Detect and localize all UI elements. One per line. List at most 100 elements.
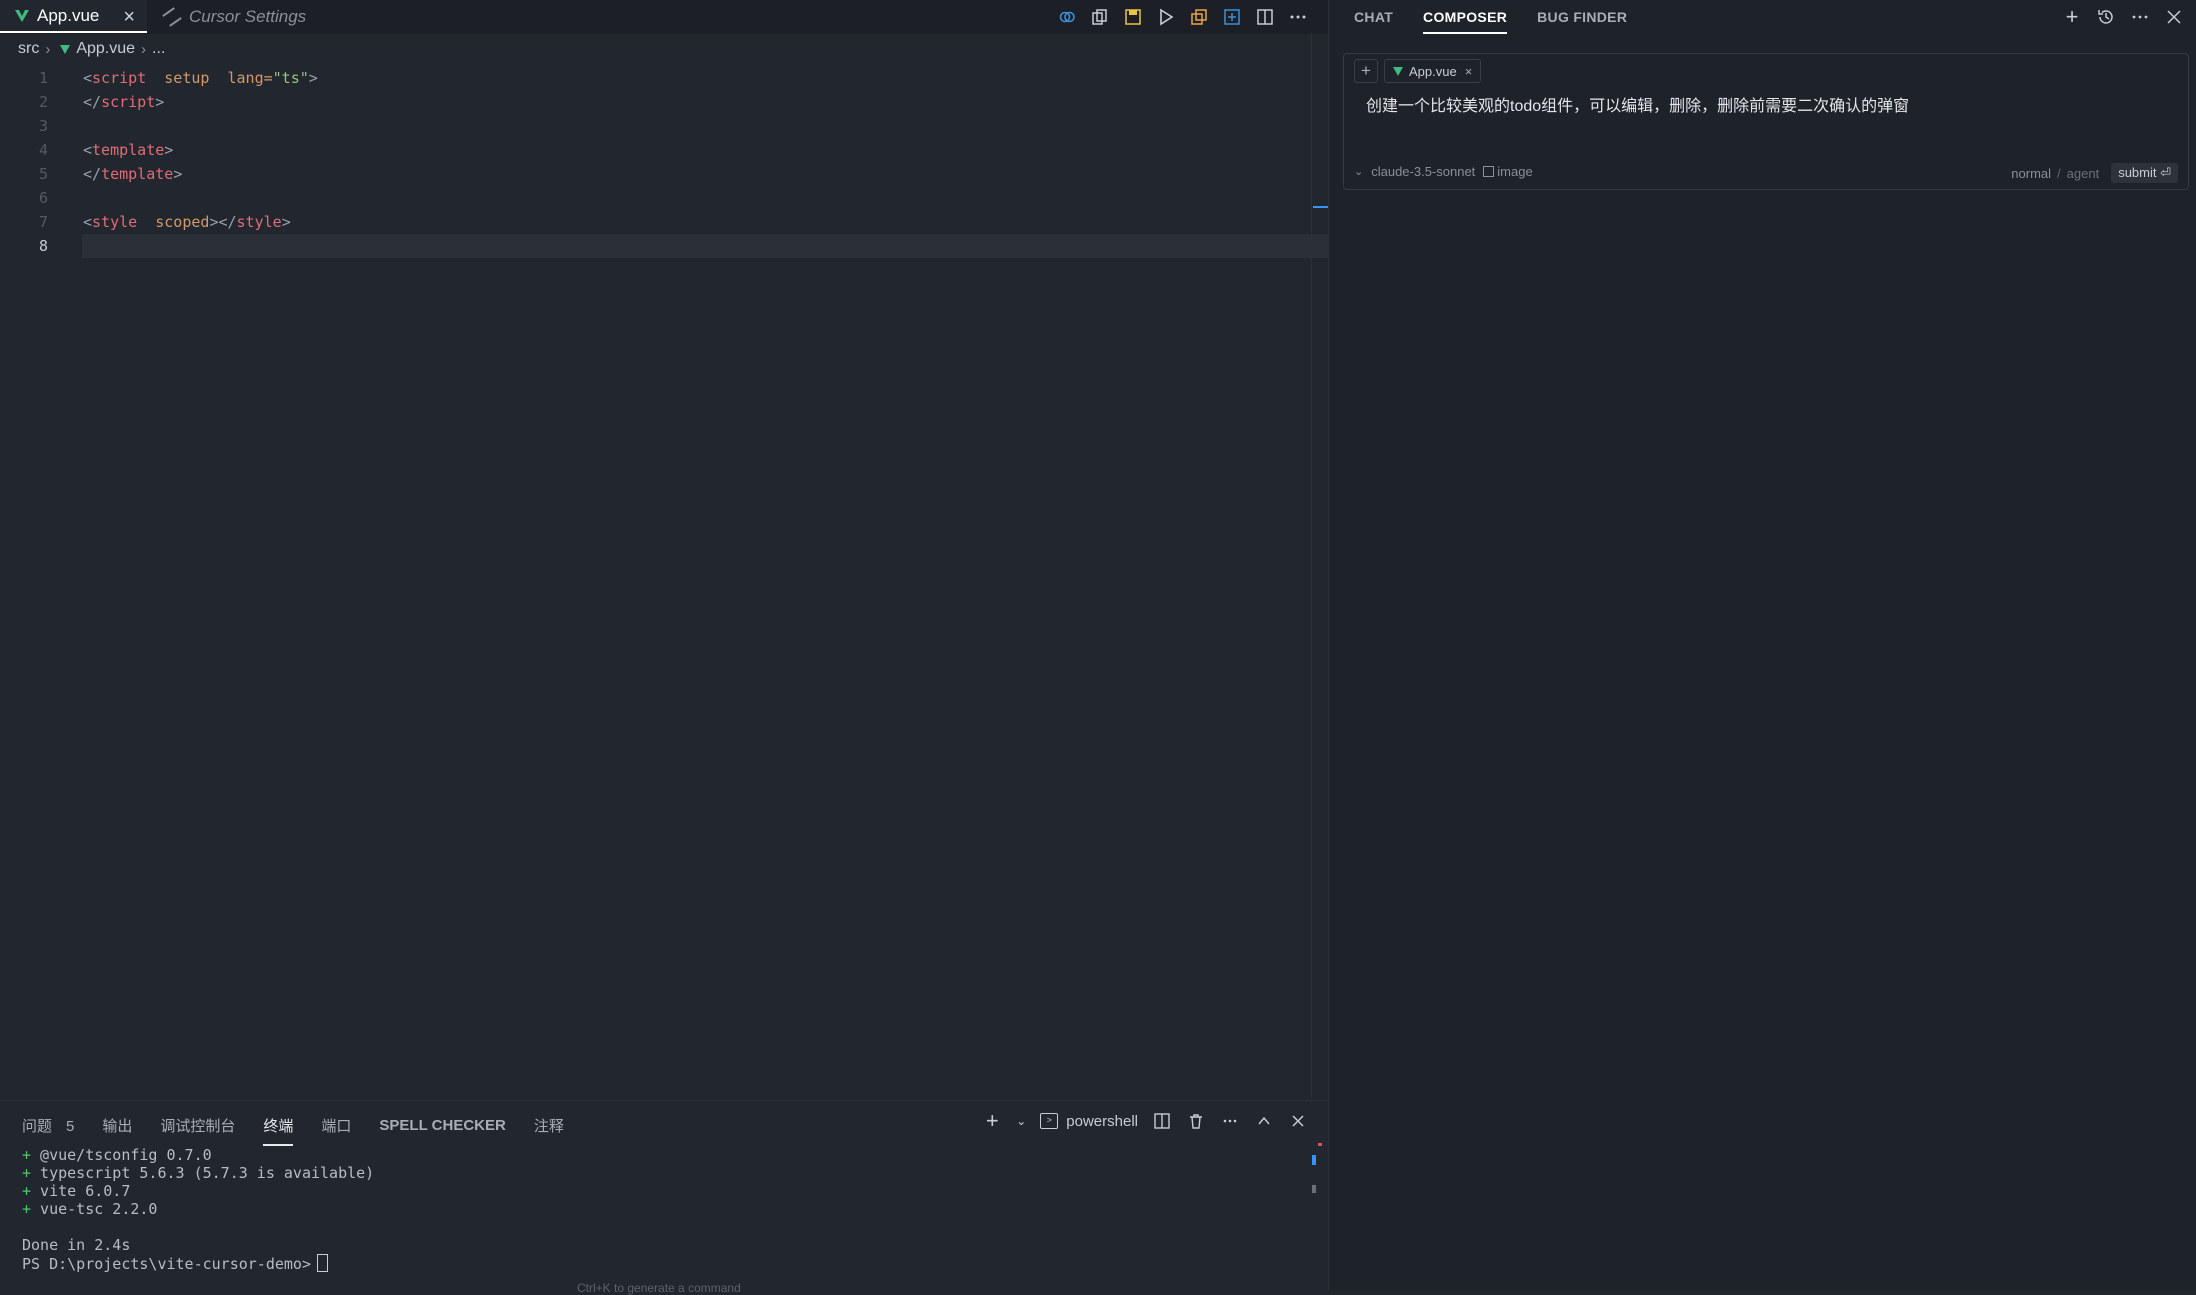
token-attr: scoped — [155, 213, 210, 231]
scrollbar-marker — [1312, 1155, 1316, 1165]
chevron-right-icon: › — [45, 40, 51, 58]
new-terminal-icon[interactable]: + — [982, 1108, 1002, 1133]
tab-chat[interactable]: CHAT — [1354, 9, 1393, 25]
scrollbar-thumb[interactable] — [1312, 1185, 1316, 1193]
tab-label: App.vue — [37, 5, 100, 25]
composer-input-box[interactable]: + App.vue × 创建一个比较美观的todo组件，可以编辑，删除，删除前需… — [1343, 53, 2189, 190]
terminal-line: + typescript 5.6.3 (5.7.3 is available) — [22, 1164, 374, 1182]
code-line: 1 <script setup lang="ts"> — [0, 66, 1328, 90]
problems-count-badge: 5 — [66, 1118, 75, 1135]
tab-debug-console[interactable]: 调试控制台 — [160, 1115, 235, 1140]
terminal-text: vue-tsc 2.2.0 — [31, 1200, 158, 1218]
split-terminal-icon[interactable] — [1152, 1111, 1172, 1131]
token-attr: lang= — [227, 69, 273, 87]
shell-label: powershell — [1066, 1112, 1138, 1130]
terminal-line: + vite 6.0.7 — [22, 1182, 374, 1200]
editor-area: App.vue × Cursor Settings src › App.vue … — [0, 0, 1328, 1295]
token: ></ — [209, 213, 237, 231]
tab-comments[interactable]: 注释 — [534, 1115, 564, 1140]
terminal-hint: Ctrl+K to generate a command — [577, 1281, 741, 1295]
context-file-pill[interactable]: App.vue × — [1384, 59, 1482, 83]
token-tag: template — [101, 165, 174, 183]
token: < — [83, 69, 93, 87]
line-number: 7 — [38, 213, 48, 231]
line-number: 4 — [38, 141, 48, 159]
composer-tabs: CHAT COMPOSER BUG FINDER — [1354, 0, 1627, 34]
tab-problems[interactable]: 问题 5 — [22, 1115, 74, 1140]
token: > — [281, 213, 291, 231]
more-icon[interactable] — [2131, 8, 2149, 26]
close-panel-icon[interactable] — [1288, 1111, 1308, 1131]
submit-button[interactable]: submit ⏎ — [2111, 163, 2178, 183]
tab-terminal[interactable]: 终端 — [263, 1115, 294, 1146]
editor-actions — [1050, 0, 1314, 33]
breadcrumb: src › App.vue › ... — [18, 40, 165, 58]
line-number: 2 — [38, 93, 48, 111]
plus-prefix: + — [22, 1200, 32, 1218]
terminal-line: + vue-tsc 2.2.0 — [22, 1200, 374, 1218]
editor-tab-bar: App.vue × Cursor Settings — [0, 0, 1328, 34]
save-icon[interactable] — [1116, 0, 1149, 33]
composer-panel: CHAT COMPOSER BUG FINDER + + App.vue × 创… — [1328, 0, 2196, 1290]
editor-scrollbar-track[interactable] — [1311, 33, 1312, 1098]
maximize-panel-icon[interactable] — [1254, 1111, 1274, 1131]
composer-header: CHAT COMPOSER BUG FINDER + — [1329, 0, 2196, 34]
scrollbar-marker-error — [1318, 1143, 1322, 1146]
tab-composer[interactable]: COMPOSER — [1423, 9, 1508, 34]
tab-ports[interactable]: 端口 — [321, 1115, 351, 1140]
copy-icon[interactable] — [1182, 0, 1215, 33]
token-tag: style — [236, 213, 282, 231]
composer-prompt-text[interactable]: 创建一个比较美观的todo组件，可以编辑，删除，删除前需要二次确认的弹窗 — [1366, 92, 1909, 116]
tab-bug-finder[interactable]: BUG FINDER — [1537, 9, 1627, 25]
tab-spell-checker[interactable]: SPELL CHECKER — [379, 1117, 505, 1138]
add-panel-icon[interactable] — [1215, 0, 1248, 33]
trash-icon[interactable] — [1186, 1111, 1206, 1131]
tab-output[interactable]: 输出 — [102, 1115, 132, 1140]
terminal-shell-selector[interactable]: > powershell — [1040, 1113, 1138, 1130]
split-editor-icon[interactable] — [1248, 0, 1281, 33]
breadcrumb-file[interactable]: App.vue — [76, 40, 135, 58]
line-number: 6 — [38, 189, 48, 207]
code-line-active: 8 — [0, 234, 1328, 258]
image-button[interactable]: image — [1483, 164, 1533, 179]
model-selector[interactable]: ⌄ claude-3.5-sonnet image — [1354, 164, 1533, 179]
breadcrumb-folder[interactable]: src — [18, 40, 39, 58]
plus-prefix: + — [22, 1146, 32, 1164]
chevron-down-icon[interactable]: ⌄ — [1016, 1111, 1026, 1131]
close-icon[interactable]: × — [123, 6, 135, 29]
code-line: 3 — [0, 114, 1328, 138]
token: < — [83, 213, 93, 231]
mode-agent[interactable]: agent — [2067, 166, 2100, 181]
code-editor[interactable]: 1 <script setup lang="ts"> 2 </script> 3… — [0, 66, 1328, 258]
more-icon[interactable] — [1220, 1111, 1240, 1131]
terminal-output[interactable]: + @vue/tsconfig 0.7.0 + typescript 5.6.3… — [22, 1146, 374, 1273]
bottom-panel: 问题 5 输出 调试控制台 终端 端口 SPELL CHECKER 注释 + ⌄ … — [0, 1100, 1328, 1295]
new-composer-icon[interactable]: + — [2063, 4, 2081, 29]
remove-context-icon[interactable]: × — [1465, 64, 1473, 79]
run-icon[interactable] — [1149, 0, 1182, 33]
tab-cursor-settings[interactable]: Cursor Settings — [147, 0, 307, 33]
token-tag: template — [92, 141, 165, 159]
token: < — [83, 141, 93, 159]
add-context-button[interactable]: + — [1354, 59, 1378, 83]
more-icon[interactable] — [1281, 0, 1314, 33]
code-line: 2 </script> — [0, 90, 1328, 114]
history-icon[interactable] — [2097, 8, 2115, 26]
terminal-prompt-line[interactable]: PS D:\projects\vite-cursor-demo> — [22, 1254, 374, 1273]
diff-icon[interactable] — [1083, 0, 1116, 33]
mode-normal[interactable]: normal — [2011, 166, 2051, 181]
image-label: image — [1497, 164, 1533, 179]
close-icon[interactable] — [2165, 8, 2183, 26]
panel-actions: + ⌄ > powershell — [982, 1108, 1308, 1133]
line-number: 3 — [38, 117, 48, 135]
terminal-prompt: PS D:\projects\vite-cursor-demo> — [22, 1255, 311, 1273]
link-icon[interactable] — [1050, 0, 1083, 33]
composer-actions: + — [2063, 0, 2183, 33]
terminal-cursor — [316, 1254, 328, 1272]
context-file-label: App.vue — [1409, 63, 1457, 79]
breadcrumb-rest[interactable]: ... — [152, 40, 165, 58]
terminal-line: + @vue/tsconfig 0.7.0 — [22, 1146, 374, 1164]
terminal-done-line: Done in 2.4s — [22, 1236, 131, 1254]
tab-app-vue[interactable]: App.vue × — [0, 0, 147, 33]
mode-separator: / — [2057, 165, 2061, 181]
